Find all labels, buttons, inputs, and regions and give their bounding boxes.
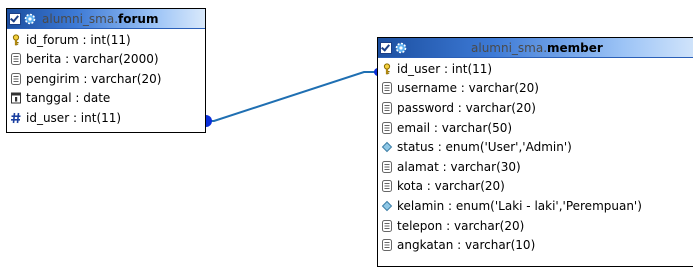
hash-icon xyxy=(11,112,21,123)
relation-line xyxy=(207,71,377,122)
key-icon xyxy=(12,34,20,46)
text-field-icon xyxy=(382,160,392,173)
table-member-title: alumni_sma.member xyxy=(471,41,603,55)
field-row[interactable]: angkatan : varchar(10) xyxy=(381,235,693,255)
field-row[interactable]: id_forum : int(11) xyxy=(10,30,205,50)
field-label: berita : varchar(2000) xyxy=(26,52,159,67)
field-label: email : varchar(50) xyxy=(397,120,513,135)
enum-diamond-icon xyxy=(381,141,393,153)
field-icon-wrap xyxy=(381,160,397,173)
field-label: id_user : int(11) xyxy=(397,61,493,76)
text-field-icon xyxy=(382,82,392,95)
field-icon-wrap xyxy=(381,101,397,114)
field-row[interactable]: alamat : varchar(30) xyxy=(381,157,693,177)
text-field-icon xyxy=(382,101,392,114)
checkbox-icon[interactable] xyxy=(380,41,392,54)
table-forum-name: forum xyxy=(118,11,159,26)
field-row[interactable]: email : varchar(50) xyxy=(381,118,693,138)
checkbox-icon[interactable] xyxy=(9,12,21,25)
gear-icon[interactable] xyxy=(395,42,407,54)
field-label: password : varchar(20) xyxy=(397,100,536,115)
field-label: kelamin : enum('Laki - laki','Perempuan'… xyxy=(397,198,642,213)
field-label: id_forum : int(11) xyxy=(26,32,131,47)
field-label: status : enum('User','Admin') xyxy=(397,140,572,155)
field-row[interactable]: password : varchar(20) xyxy=(381,98,693,118)
field-label: angkatan : varchar(10) xyxy=(397,238,536,253)
table-forum-fields: id_forum : int(11) berita : varchar(2000)… xyxy=(7,29,205,128)
table-member-schema: alumni_sma. xyxy=(471,40,548,55)
field-row[interactable]: pengirim : varchar(20) xyxy=(10,69,205,89)
text-field-icon xyxy=(382,121,392,134)
field-row[interactable]: status : enum('User','Admin') xyxy=(381,137,693,157)
relation-end-forum xyxy=(206,115,212,127)
field-label: tanggal : date xyxy=(26,91,111,106)
field-icon-wrap xyxy=(10,92,26,104)
table-forum[interactable]: alumni_sma.forum id_forum : int(11) berit… xyxy=(6,8,206,133)
field-icon-wrap xyxy=(381,200,397,212)
field-icon-wrap xyxy=(381,180,397,193)
text-field-icon xyxy=(382,219,392,232)
text-field-icon xyxy=(382,239,392,252)
field-icon-wrap xyxy=(381,219,397,232)
field-row[interactable]: berita : varchar(2000) xyxy=(10,50,205,70)
field-label: username : varchar(20) xyxy=(397,81,539,96)
text-field-icon xyxy=(382,180,392,193)
field-icon-wrap xyxy=(381,239,397,252)
field-icon-wrap xyxy=(10,53,26,66)
table-member-title-bar[interactable]: alumni_sma.member xyxy=(378,38,693,58)
field-icon-wrap xyxy=(10,72,26,85)
table-forum-title: alumni_sma.forum xyxy=(42,12,158,26)
field-row[interactable]: id_user : int(11) xyxy=(10,108,205,128)
field-row[interactable]: kota : varchar(20) xyxy=(381,177,693,197)
key-icon xyxy=(383,63,391,75)
field-icon-wrap xyxy=(381,63,397,75)
field-row[interactable]: id_user : int(11) xyxy=(381,59,693,79)
enum-diamond-icon xyxy=(381,200,393,212)
gear-icon[interactable] xyxy=(24,13,36,25)
field-label: telepon : varchar(20) xyxy=(397,218,525,233)
text-field-icon xyxy=(11,53,21,66)
field-icon-wrap xyxy=(381,141,397,153)
field-row[interactable]: telepon : varchar(20) xyxy=(381,216,693,236)
field-icon-wrap xyxy=(381,82,397,95)
field-icon-wrap xyxy=(10,34,26,46)
table-member-name: member xyxy=(547,40,603,55)
field-label: kota : varchar(20) xyxy=(397,179,505,194)
date-field-icon xyxy=(11,92,21,104)
field-row[interactable]: kelamin : enum('Laki - laki','Perempuan'… xyxy=(381,196,693,216)
field-icon-wrap xyxy=(381,121,397,134)
field-label: pengirim : varchar(20) xyxy=(26,71,162,86)
text-field-icon xyxy=(11,72,21,85)
table-member[interactable]: alumni_sma.member id_user : int(11) usern… xyxy=(377,37,693,267)
table-forum-title-bar[interactable]: alumni_sma.forum xyxy=(7,9,205,29)
field-label: id_user : int(11) xyxy=(26,110,122,125)
table-forum-schema: alumni_sma. xyxy=(42,11,119,26)
field-row[interactable]: username : varchar(20) xyxy=(381,79,693,99)
field-row[interactable]: tanggal : date xyxy=(10,89,205,109)
field-icon-wrap xyxy=(10,112,26,124)
table-member-fields: id_user : int(11) username : varchar(20) p… xyxy=(378,58,693,255)
field-label: alamat : varchar(30) xyxy=(397,159,521,174)
